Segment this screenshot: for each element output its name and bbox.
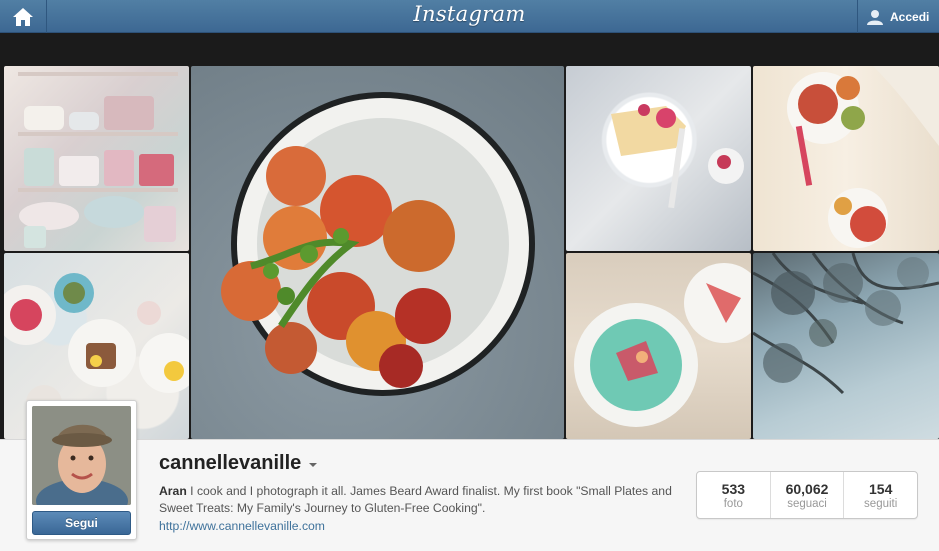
stat-following[interactable]: 154 seguiti: [844, 472, 917, 518]
photo-tile[interactable]: [4, 66, 189, 251]
photo-soup: [574, 263, 751, 427]
user-icon: [867, 9, 883, 25]
photo-tomato-plates: [787, 66, 939, 248]
profile-bio: Aran I cook and I photograph it all. Jam…: [159, 483, 679, 517]
website-link[interactable]: http://www.cannellevanille.com: [159, 519, 325, 533]
photo-tomatoes: [221, 92, 535, 396]
bio-text: I cook and I photograph it all. James Be…: [159, 484, 672, 515]
photo-grid: [4, 66, 939, 439]
photo-tree: [753, 253, 939, 395]
stat-followers[interactable]: 60,062 seguaci: [771, 472, 845, 518]
photo-tile[interactable]: [753, 253, 939, 439]
top-bar: Instagram Accedi: [0, 0, 939, 33]
stat-following-label: seguiti: [864, 497, 898, 510]
photo-shelves: [18, 72, 178, 248]
follow-button[interactable]: Segui: [32, 511, 131, 535]
photo-cake: [611, 104, 744, 209]
stat-followers-label: seguaci: [787, 497, 827, 510]
stat-photos-label: foto: [723, 497, 743, 510]
bio-name: Aran: [159, 484, 187, 498]
avatar-photo: [32, 406, 131, 505]
caret-down-icon[interactable]: [309, 463, 318, 467]
photo-tile[interactable]: [191, 66, 564, 439]
login-button[interactable]: Accedi: [857, 0, 939, 33]
photo-tile[interactable]: [753, 66, 939, 251]
stat-following-count: 154: [869, 480, 893, 497]
avatar[interactable]: [32, 406, 131, 505]
instagram-logo[interactable]: Instagram: [0, 2, 939, 26]
username: cannellevanille: [159, 452, 302, 474]
username-row: cannellevanille: [159, 452, 318, 475]
stat-photos-count: 533: [721, 480, 746, 497]
profile-stats: 533 foto 60,062 seguaci 154 seguiti: [696, 471, 918, 519]
photo-tile[interactable]: [566, 66, 751, 251]
stat-followers-count: 60,062: [785, 480, 829, 497]
header-spacer: [0, 34, 939, 66]
stat-photos[interactable]: 533 foto: [697, 472, 771, 518]
photo-tile[interactable]: [566, 253, 751, 439]
login-label: Accedi: [890, 9, 930, 24]
avatar-card: Segui: [26, 400, 137, 540]
